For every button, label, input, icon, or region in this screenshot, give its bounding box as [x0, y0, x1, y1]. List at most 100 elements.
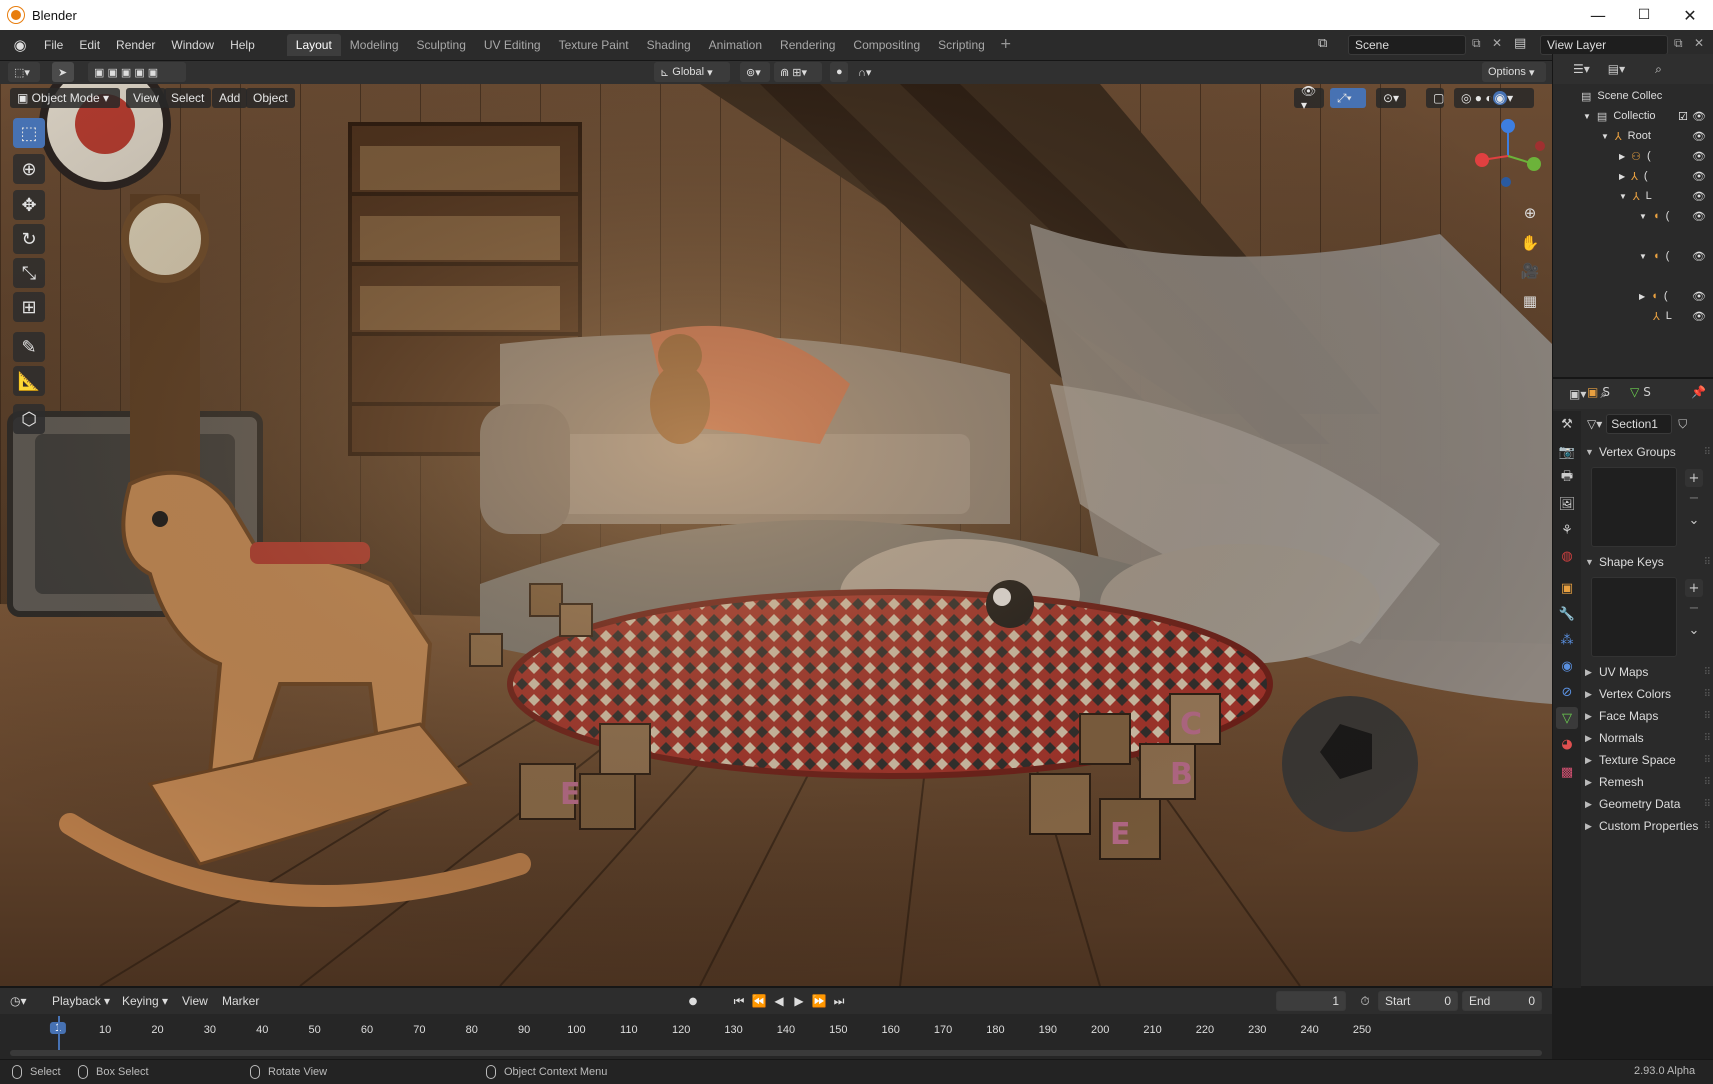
view-layer-tab-icon[interactable]: 🖼: [1556, 493, 1578, 515]
scene-delete-icon[interactable]: ✕: [1492, 36, 1502, 50]
texture-tab-icon[interactable]: ▩: [1556, 761, 1578, 783]
remove-vertex-group-button[interactable]: −: [1685, 489, 1703, 507]
cursor-tool-icon[interactable]: ⊕: [13, 154, 45, 184]
view-layer-delete-icon[interactable]: ✕: [1694, 36, 1704, 50]
blender-menu-icon[interactable]: ◉: [10, 35, 30, 55]
3d-viewport[interactable]: CEBE ▣ Object Mode ▾ View Select Add Obj…: [0, 84, 1552, 986]
transform-orientation-select[interactable]: ⊾ Global ▾: [654, 62, 730, 82]
jump-start-icon[interactable]: ⏮: [730, 992, 748, 1010]
scene-field[interactable]: Scene: [1348, 35, 1466, 55]
prev-keyframe-icon[interactable]: ⏪: [750, 992, 768, 1010]
navigation-gizmo[interactable]: [1468, 116, 1548, 196]
menu-help[interactable]: Help: [222, 38, 263, 52]
maximize-button[interactable]: ☐: [1621, 0, 1667, 30]
scene-new-icon[interactable]: ⧉: [1472, 36, 1481, 51]
move-tool-icon[interactable]: ✥: [13, 190, 45, 220]
tab-sculpting[interactable]: Sculpting: [408, 34, 475, 56]
add-shape-key-button[interactable]: +: [1685, 579, 1703, 597]
menu-file[interactable]: File: [36, 38, 71, 52]
minimize-button[interactable]: —: [1575, 0, 1621, 30]
section-geometry-data[interactable]: ▶ Geometry Data ⠿: [1585, 793, 1712, 815]
outliner-row[interactable]: ▶ ⚇(👁: [1553, 146, 1713, 166]
vertex-groups-list[interactable]: [1591, 467, 1677, 547]
tab-rendering[interactable]: Rendering: [771, 34, 844, 56]
section-vertex-colors[interactable]: ▶ Vertex Colors ⠿: [1585, 683, 1712, 705]
rotate-tool-icon[interactable]: ↻: [13, 224, 45, 254]
context-object-label[interactable]: S: [1602, 385, 1610, 399]
pan-hand-icon[interactable]: ✋: [1519, 232, 1541, 254]
remove-shape-key-button[interactable]: −: [1685, 599, 1703, 617]
section-remesh[interactable]: ▶ Remesh ⠿: [1585, 771, 1712, 793]
visibility-dropdown-icon[interactable]: 👁▾: [1294, 84, 1324, 112]
tab-texture-paint[interactable]: Texture Paint: [550, 34, 638, 56]
overlays-toggle-icon[interactable]: ⊙▾: [1376, 88, 1406, 108]
outliner-search-icon[interactable]: ⌕: [1655, 62, 1662, 77]
expand-arrow-icon[interactable]: ▼: [1619, 192, 1627, 201]
timeline-scrollbar[interactable]: [10, 1050, 1542, 1056]
playback-menu[interactable]: Playback ▾: [52, 992, 110, 1010]
tab-compositing[interactable]: Compositing: [844, 34, 929, 56]
object-menu[interactable]: Object: [246, 88, 295, 108]
vertex-group-menu-icon[interactable]: ⌄: [1685, 511, 1703, 529]
section-face-maps[interactable]: ▶ Face Maps ⠿: [1585, 705, 1712, 727]
expand-arrow-icon[interactable]: ▼: [1583, 112, 1591, 121]
view-layer-new-icon[interactable]: ⧉: [1674, 36, 1683, 51]
menu-edit[interactable]: Edit: [71, 38, 108, 52]
add-cube-tool-icon[interactable]: ⬡: [13, 404, 45, 434]
context-mesh-label[interactable]: S: [1643, 385, 1651, 399]
world-tab-icon[interactable]: ◍: [1556, 545, 1578, 567]
eye-icon[interactable]: 👁: [1692, 190, 1706, 203]
add-menu[interactable]: Add: [212, 88, 248, 108]
timeline-editor-icon[interactable]: ◷▾: [10, 992, 27, 1010]
data-tab-icon[interactable]: ▽: [1556, 707, 1578, 729]
view-menu-timeline[interactable]: View: [182, 992, 208, 1010]
mesh-name-field[interactable]: Section1: [1606, 414, 1673, 434]
jump-end-icon[interactable]: ⏭: [830, 992, 848, 1010]
start-frame-field[interactable]: Start 0: [1378, 991, 1458, 1011]
outliner-row[interactable]: ▤ Scene Collec: [1553, 86, 1713, 106]
section-shape-keys[interactable]: ▼ Shape Keys ⠿: [1585, 551, 1712, 573]
eye-icon[interactable]: 👁: [1692, 310, 1706, 323]
ortho-grid-icon[interactable]: ▦: [1519, 290, 1541, 312]
section-uv-maps[interactable]: ▶ UV Maps ⠿: [1585, 661, 1712, 683]
view-layer-field[interactable]: View Layer: [1540, 35, 1668, 55]
section-texture-space[interactable]: ▶ Texture Space ⠿: [1585, 749, 1712, 771]
scene-browse-icon[interactable]: ⧉: [1318, 36, 1327, 51]
tab-uv-editing[interactable]: UV Editing: [475, 34, 550, 56]
outliner-row[interactable]: ▶ ◖(👁: [1553, 286, 1713, 306]
tab-shading[interactable]: Shading: [638, 34, 700, 56]
outliner-row[interactable]: ▼ ▤ Collectio ☑ 👁: [1553, 106, 1713, 126]
object-mode-dropdown[interactable]: ▣ Object Mode ▾: [10, 88, 120, 108]
section-normals[interactable]: ▶ Normals ⠿: [1585, 727, 1712, 749]
outliner-row[interactable]: ▼ ◖(👁: [1553, 246, 1713, 266]
next-keyframe-icon[interactable]: ⏩: [810, 992, 828, 1010]
section-vertex-groups[interactable]: ▼ Vertex Groups ⠿: [1585, 441, 1712, 463]
select-menu[interactable]: Select: [164, 88, 212, 108]
eye-icon[interactable]: 👁: [1692, 290, 1706, 303]
tool-tab-icon[interactable]: ⚒: [1556, 413, 1578, 435]
scene-tab-icon[interactable]: ⚘: [1556, 519, 1578, 541]
menu-window[interactable]: Window: [163, 38, 222, 52]
tab-modeling[interactable]: Modeling: [341, 34, 408, 56]
selection-mode-icons[interactable]: ▣ ▣ ▣ ▣ ▣: [88, 62, 186, 82]
object-tab-icon[interactable]: ▣: [1556, 577, 1578, 599]
shading-mode-icons[interactable]: ◎ ● ◐ ◉ ▾: [1454, 88, 1534, 108]
eye-icon[interactable]: 👁: [1692, 130, 1706, 143]
select-box-tool-icon[interactable]: ⬚: [13, 118, 45, 148]
section-custom-properties[interactable]: ▶ Custom Properties ⠿: [1585, 815, 1712, 837]
fake-user-shield-icon[interactable]: ⛉: [1678, 417, 1687, 432]
options-dropdown[interactable]: Options ▾: [1482, 62, 1546, 82]
measure-tool-icon[interactable]: 📐: [13, 366, 45, 396]
annotate-tool-icon[interactable]: ✎: [13, 332, 45, 362]
scale-tool-icon[interactable]: ⤡: [13, 258, 45, 288]
expand-arrow-icon[interactable]: ▼: [1639, 212, 1647, 221]
keying-menu[interactable]: Keying ▾: [122, 992, 168, 1010]
eye-icon[interactable]: 👁: [1692, 210, 1706, 223]
add-workspace-button[interactable]: +: [994, 34, 1018, 56]
gizmo-toggle-icon[interactable]: ⤢▾: [1330, 88, 1366, 108]
eye-icon[interactable]: 👁: [1692, 250, 1706, 263]
properties-editor-icon[interactable]: ▣▾: [1569, 387, 1586, 401]
eye-icon[interactable]: 👁: [1692, 170, 1706, 183]
material-tab-icon[interactable]: ◕: [1556, 733, 1578, 755]
end-frame-field[interactable]: End 0: [1462, 991, 1542, 1011]
